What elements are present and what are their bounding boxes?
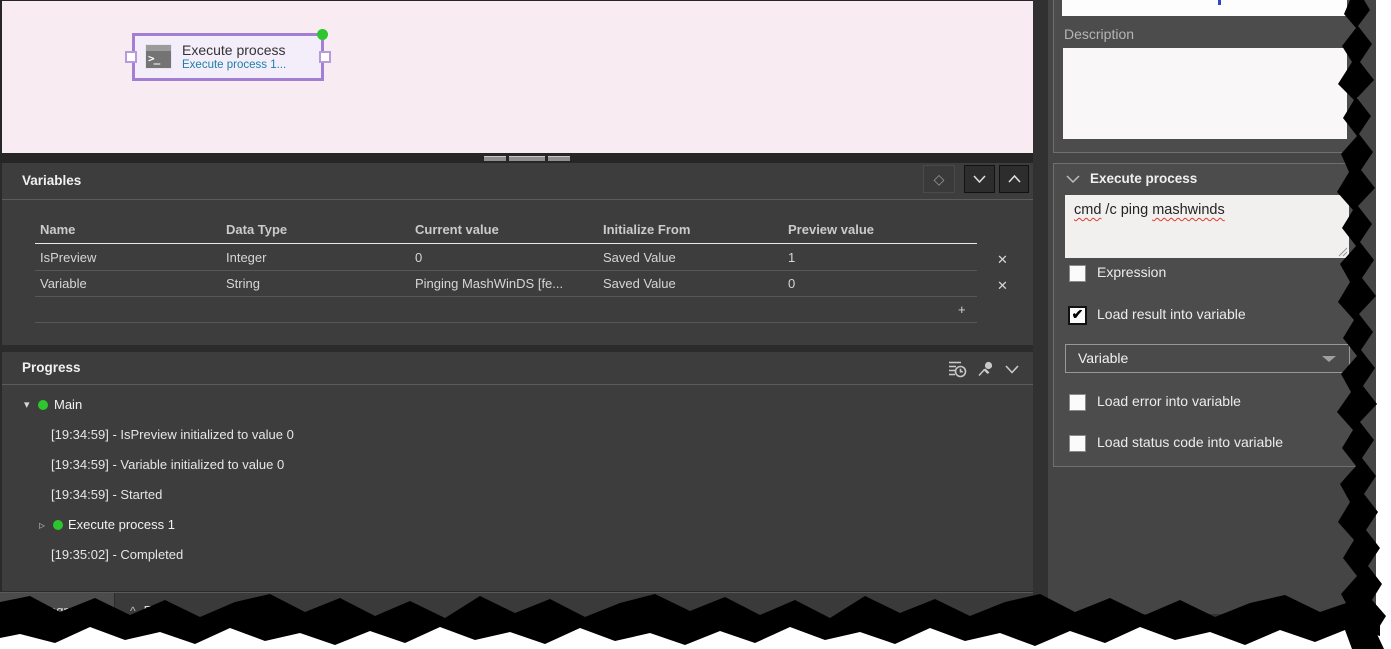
load-result-checkbox[interactable]: ✔ <box>1068 306 1087 325</box>
section-title[interactable]: Execute process <box>1090 171 1197 186</box>
command-word: cmd <box>1074 202 1101 218</box>
variables-panel-title: Variables <box>22 173 81 188</box>
cell-data-type: String <box>226 270 260 297</box>
delete-row-icon[interactable]: ✕ <box>997 246 1008 273</box>
add-variable-row: + <box>35 296 977 323</box>
variable-dropdown[interactable]: Variable <box>1065 344 1350 373</box>
expression-checkbox[interactable] <box>1069 265 1086 282</box>
command-text: /c ping <box>1101 202 1152 218</box>
tree-group-main[interactable]: ▾ Main <box>2 390 1033 420</box>
dropdown-value: Variable <box>1078 345 1128 372</box>
status-dot <box>317 29 328 40</box>
chevron-down-icon <box>972 173 987 185</box>
input-port[interactable] <box>125 51 137 63</box>
general-section: Description <box>1053 0 1358 153</box>
progress-panel-header: Progress <box>2 352 1033 385</box>
add-variable-icon[interactable]: + <box>958 296 966 323</box>
load-status-checkbox[interactable] <box>1069 435 1086 452</box>
cell-name: Variable <box>40 270 87 297</box>
variables-panel-header: Variables ◇ <box>2 163 1033 200</box>
description-label: Description <box>1064 26 1134 42</box>
load-error-checkbox[interactable] <box>1069 394 1086 411</box>
chevron-down-icon[interactable] <box>1066 174 1080 184</box>
dropdown-arrow-icon <box>1322 356 1336 362</box>
chevron-up-icon <box>1007 173 1022 185</box>
main-column: >_ Execute process Execute process 1... … <box>0 0 1033 642</box>
app-window: >_ Execute process Execute process 1... … <box>0 0 1391 649</box>
variables-panel: Variables ◇ Name Data Type Current value… <box>0 163 1033 345</box>
expression-label: Expression <box>1097 264 1166 280</box>
status-dot <box>38 400 48 410</box>
column-header: Data Type <box>226 215 287 244</box>
command-word: mashwinds <box>1152 202 1225 218</box>
log-history-icon[interactable] <box>947 359 967 379</box>
text-cursor <box>1218 0 1221 5</box>
tree-group-execute-process[interactable]: ▹ Execute process 1 <box>2 510 1033 540</box>
check-icon: ✔ <box>1070 307 1085 322</box>
cell-initialize-from: Saved Value <box>603 270 676 297</box>
tab-errors[interactable]: ^Errors <box>130 603 179 618</box>
cell-current-value: 0 <box>415 244 422 271</box>
column-header: Initialize From <box>603 215 690 244</box>
progress-log-tree: ▾ Main [19:34:59] - IsPreview initialize… <box>2 390 1033 570</box>
table-row[interactable]: Variable String Pinging MashWinDS [fe...… <box>35 270 977 297</box>
load-result-label: Load result into variable <box>1097 306 1246 322</box>
progress-log-entry: [19:34:59] - Variable initialized to val… <box>2 450 1033 480</box>
horizontal-splitter[interactable] <box>0 153 1033 163</box>
execute-process-section: Execute process cmd /c ping mashwinds Ex… <box>1053 163 1358 467</box>
progress-log-entry: [19:35:02] - Completed <box>2 540 1033 570</box>
node-title: Execute process <box>182 42 286 58</box>
caret-up-icon: ^ <box>130 604 136 618</box>
delete-row-icon[interactable]: ✕ <box>997 272 1008 299</box>
cell-data-type: Integer <box>226 244 266 271</box>
cell-preview-value: 1 <box>788 244 795 271</box>
load-error-label: Load error into variable <box>1097 393 1241 409</box>
description-textarea[interactable] <box>1063 48 1347 139</box>
diamond-icon: ◇ <box>934 171 945 188</box>
status-dot <box>53 520 63 530</box>
column-header: Preview value <box>788 215 874 244</box>
execute-process-node[interactable]: >_ Execute process Execute process 1... <box>132 33 324 81</box>
variables-table-header: Name Data Type Current value Initialize … <box>35 215 977 244</box>
collapse-toggle-icon[interactable]: ▾ <box>24 390 30 420</box>
progress-panel-title: Progress <box>22 360 81 375</box>
table-row[interactable]: IsPreview Integer 0 Saved Value 1 ✕ <box>35 244 977 271</box>
progress-panel: Progress ▾ <box>0 352 1033 591</box>
resize-grip-icon[interactable] <box>1337 246 1348 257</box>
column-header: Name <box>40 215 75 244</box>
expand-panel-button[interactable] <box>999 165 1029 193</box>
output-port[interactable] <box>319 51 331 63</box>
cell-current-value: Pinging MashWinDS [fe... <box>415 270 563 297</box>
diamond-icon-button[interactable]: ◇ <box>923 165 955 193</box>
bottom-tab-bar: Progress ^Errors <box>0 592 1033 642</box>
pin-icon[interactable] <box>976 359 996 379</box>
collapse-panel-button[interactable] <box>964 165 995 193</box>
load-status-label: Load status code into variable <box>1097 434 1283 450</box>
properties-sidebar: Description Execute process cmd /c ping … <box>1048 0 1376 614</box>
cell-name: IsPreview <box>40 244 96 271</box>
name-input[interactable] <box>1062 0 1347 16</box>
chevron-down-icon[interactable] <box>1002 359 1022 379</box>
progress-log-entry: [19:34:59] - IsPreview initialized to va… <box>2 420 1033 450</box>
cell-preview-value: 0 <box>788 270 795 297</box>
command-textarea[interactable]: cmd /c ping mashwinds <box>1065 195 1349 258</box>
node-subtitle: Execute process 1... <box>182 59 286 71</box>
column-header: Current value <box>415 215 499 244</box>
terminal-icon: >_ <box>145 44 172 69</box>
tab-progress[interactable]: Progress <box>0 593 115 643</box>
progress-log-entry: [19:34:59] - Started <box>2 480 1033 510</box>
expand-toggle-icon[interactable]: ▹ <box>39 510 45 540</box>
designer-canvas[interactable]: >_ Execute process Execute process 1... <box>0 0 1033 153</box>
splitter-handle[interactable] <box>484 156 570 161</box>
cell-initialize-from: Saved Value <box>603 244 676 271</box>
